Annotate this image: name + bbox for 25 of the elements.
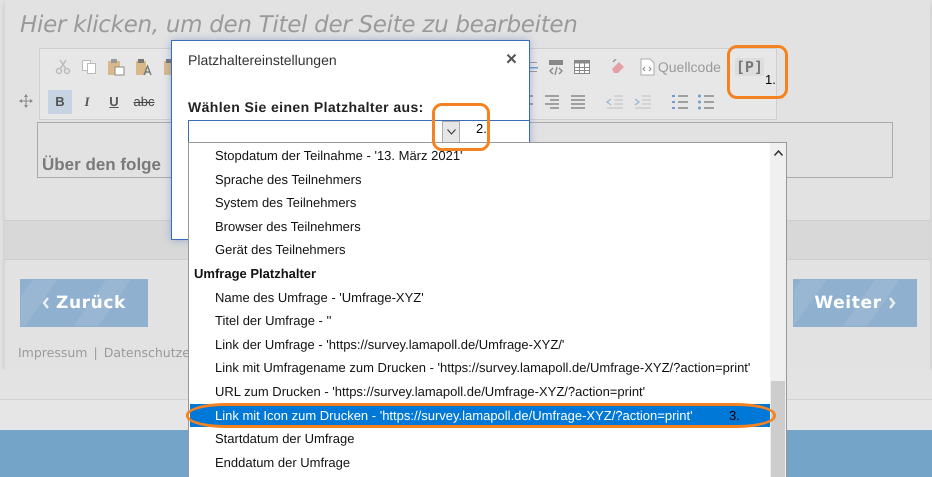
dropdown-option[interactable]: Browser des Teilnehmers (190, 214, 770, 238)
dropdown-option[interactable]: Link der Umfrage - 'https://survey.lamapoll.de/Umfrage-XYZ/' (190, 332, 770, 356)
dropdown-option[interactable]: Name des Umfrage - 'Umfrage-XYZ' (190, 286, 770, 310)
dropdown-option[interactable]: Link mit Umfragename zum Drucken - 'https://survey.lamapoll.de/Umfrage-XYZ/?action=print' (190, 356, 770, 380)
editor-text: Über den folge (42, 155, 162, 175)
field-label: Wählen Sie einen Platzhalter aus: (188, 99, 425, 115)
option-group-header: Umfrage Platzhalter (193, 264, 318, 283)
format-button[interactable]: abc (129, 90, 159, 114)
dropdown-option[interactable]: URL zum Drucken - 'https://survey.lamapoll.de/Umfrage-XYZ/?action=print' (190, 380, 770, 404)
dropdown-option[interactable]: Gerät des Teilnehmers (190, 238, 770, 262)
dropdown-option[interactable]: Stopdatum der Teilnahme - '13. März 2021' (190, 144, 770, 168)
dropdown-option[interactable]: System des Teilnehmers (190, 191, 770, 215)
dropdown-option[interactable]: Enddatum der Umfrage (190, 450, 770, 474)
format-button[interactable]: I (75, 90, 99, 114)
format-button[interactable]: B (48, 90, 72, 114)
dialog-title: Platzhaltereinstellungen (188, 52, 337, 68)
dropdown-option[interactable]: Sprache des Teilnehmers (190, 168, 770, 192)
annotation-number: 2. (476, 121, 487, 136)
dropdown-option[interactable]: Startdatum der Umfrage (190, 427, 770, 451)
close-button[interactable]: × (506, 51, 517, 69)
dropdown-option[interactable]: Titel der Umfrage - '' (190, 309, 770, 333)
annotation-number: 1. (765, 72, 776, 87)
format-button[interactable]: U (102, 90, 126, 114)
footer-separator: | (93, 345, 98, 360)
annotation-number: 3. (729, 408, 740, 423)
